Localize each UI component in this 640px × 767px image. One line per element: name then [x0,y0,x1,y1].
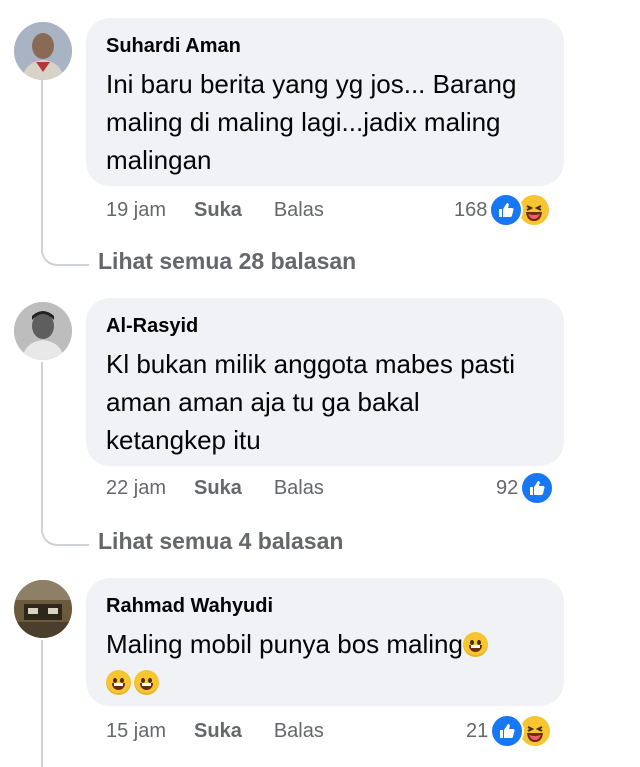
comment-bubble: Suhardi Aman Ini baru berita yang yg jos… [86,18,564,186]
reaction-count: 92 [496,476,519,499]
like-button[interactable]: Suka [194,720,242,743]
view-replies-link[interactable]: Lihat semua 28 balasan [98,248,356,275]
like-icon [520,471,555,505]
comment-actions: 15 jam Suka Balas [106,717,324,745]
reaction-summary[interactable]: 168 [454,192,552,228]
reply-connector [41,242,89,266]
comment-actions: 19 jam Suka Balas [106,196,324,224]
comment-author[interactable]: Rahmad Wahyudi [106,594,544,618]
like-icon [489,193,524,227]
comment-actions: 22 jam Suka Balas [106,474,324,502]
comment-author[interactable]: Al-Rasyid [106,314,544,338]
like-button[interactable]: Suka [194,477,242,500]
reply-button[interactable]: Balas [274,720,324,743]
comment-timestamp[interactable]: 15 jam [106,720,166,743]
comment-text: maling di maling lagi...jadix maling [106,107,501,137]
comment-timestamp[interactable]: 19 jam [106,199,166,222]
like-icon [490,714,525,748]
avatar[interactable] [14,302,72,360]
reaction-summary[interactable]: 92 [496,470,555,506]
comment-text: aman aman aja tu ga bakal [106,387,420,417]
grinning-face-emoji [106,670,131,695]
comment-author[interactable]: Suhardi Aman [106,34,544,58]
reaction-summary[interactable]: 21 [466,713,553,749]
comment-text: malingan [106,145,212,175]
reaction-count: 168 [454,198,488,221]
thread-line [41,80,43,252]
comment-text: Ini baru berita yang yg jos... Barang [106,69,517,99]
comment-text [106,663,544,701]
comment-bubble: Rahmad Wahyudi Maling mobil punya bos ma… [86,578,564,706]
like-button[interactable]: Suka [194,199,242,222]
comment-text: Kl bukan milik anggota mabes pasti [106,349,516,379]
comment-text: Maling mobil punya bos maling [106,625,544,663]
grinning-face-emoji [462,632,488,657]
comment-text: ketangkep itu [106,425,261,455]
thread-line [41,640,43,767]
avatar[interactable] [14,22,72,80]
reaction-count: 21 [466,719,489,742]
view-replies-link[interactable]: Lihat semua 4 balasan [98,528,343,555]
reply-button[interactable]: Balas [274,199,324,222]
reply-button[interactable]: Balas [274,477,324,500]
grinning-face-emoji [134,670,159,695]
reply-connector [41,522,89,546]
avatar[interactable] [14,580,72,638]
thread-line [41,362,43,532]
comment-timestamp[interactable]: 22 jam [106,477,166,500]
comment-bubble: Al-Rasyid Kl bukan milik anggota mabes p… [86,298,564,466]
